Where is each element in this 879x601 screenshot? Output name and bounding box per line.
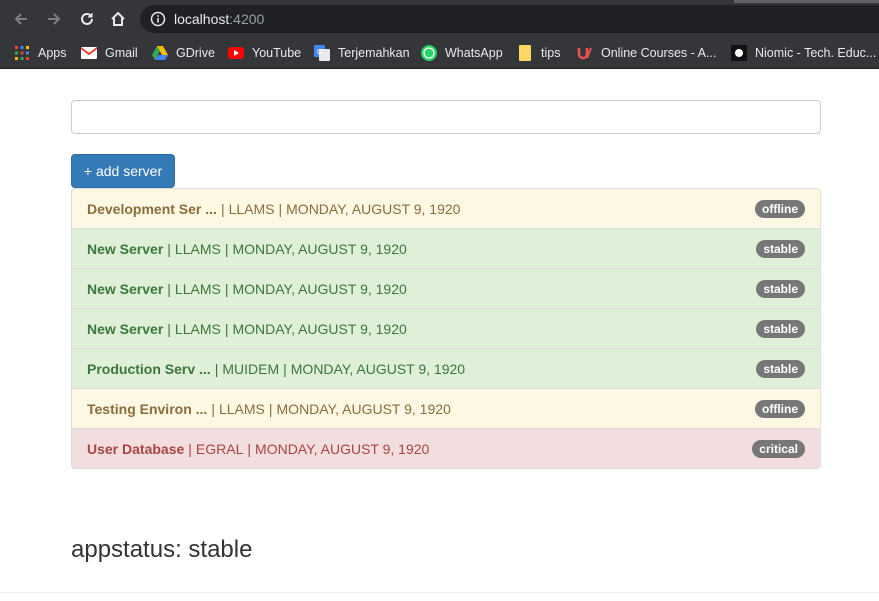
url-host: localhost xyxy=(174,11,230,27)
url-port: :4200 xyxy=(229,11,265,27)
bookmark-gmail[interactable]: Gmail xyxy=(81,43,138,63)
arrow-left-icon xyxy=(14,13,27,25)
server-list-item[interactable]: New Server | LLAMS | MONDAY, AUGUST 9, 1… xyxy=(71,268,821,309)
back-button[interactable] xyxy=(10,8,32,30)
apps-grid-icon xyxy=(14,45,30,61)
separator: | xyxy=(268,400,273,417)
separator: | xyxy=(188,440,192,457)
separator: | xyxy=(167,240,171,257)
browser-toolbar: localhost:4200 xyxy=(0,0,879,37)
server-date: MONDAY, AUGUST 9, 1920 xyxy=(255,440,430,457)
bookmark-label: Apps xyxy=(38,46,67,60)
reload-button[interactable] xyxy=(76,8,98,30)
status-badge: stable xyxy=(756,360,805,378)
separator: | xyxy=(214,360,219,377)
address-bar[interactable]: localhost:4200 xyxy=(140,5,879,33)
server-date: MONDAY, AUGUST 9, 1920 xyxy=(232,240,407,257)
url-text: localhost:4200 xyxy=(174,11,264,27)
bookmark-niomic[interactable]: Niomic - Tech. Educ... xyxy=(731,43,876,63)
svg-text:G: G xyxy=(317,49,322,56)
separator: | xyxy=(224,320,229,337)
bookmark-online-courses[interactable]: Online Courses - A... xyxy=(577,43,716,63)
separator: | xyxy=(247,440,252,457)
niomic-icon xyxy=(731,45,747,61)
bookmark-whatsapp[interactable]: WhatsApp xyxy=(421,43,503,63)
status-badge: stable xyxy=(756,240,805,258)
divider xyxy=(0,592,879,593)
info-icon[interactable] xyxy=(150,11,166,32)
server-filter-input[interactable] xyxy=(71,100,821,134)
home-icon xyxy=(111,11,125,26)
server-name: Testing Environ ... xyxy=(87,400,208,417)
server-instance: LLAMS xyxy=(174,240,221,257)
server-list-item[interactable]: User Database | EGRAL | MONDAY, AUGUST 9… xyxy=(71,428,821,469)
status-badge: offline xyxy=(755,400,805,418)
reload-icon xyxy=(81,12,93,25)
youtube-icon xyxy=(228,45,244,61)
server-date: MONDAY, AUGUST 9, 1920 xyxy=(276,400,451,417)
bookmark-label: Gmail xyxy=(105,46,138,60)
server-list-item[interactable]: New Server | LLAMS | MONDAY, AUGUST 9, 1… xyxy=(71,228,821,269)
udemy-icon xyxy=(577,45,593,61)
server-name: New Server xyxy=(87,320,164,337)
server-instance: LLAMS xyxy=(218,400,265,417)
status-badge: stable xyxy=(756,320,805,338)
server-name: Development Ser ... xyxy=(87,200,217,217)
server-list-item[interactable]: New Server | LLAMS | MONDAY, AUGUST 9, 1… xyxy=(71,308,821,349)
bookmark-label: Terjemahkan xyxy=(338,46,410,60)
bookmark-apps[interactable]: Apps xyxy=(14,43,67,63)
gmail-icon xyxy=(81,45,97,61)
server-list-item[interactable]: Testing Environ ... | LLAMS | MONDAY, AU… xyxy=(71,388,821,429)
server-instance: MUIDEM xyxy=(222,360,280,377)
bookmark-youtube[interactable]: YouTube xyxy=(228,43,301,63)
server-list-item[interactable]: Development Ser ... | LLAMS | MONDAY, AU… xyxy=(71,188,821,229)
server-instance: LLAMS xyxy=(228,200,275,217)
add-server-button[interactable]: + add server xyxy=(71,154,175,188)
server-date: MONDAY, AUGUST 9, 1920 xyxy=(232,280,407,297)
status-badge: critical xyxy=(752,440,805,458)
server-list: Development Ser ... | LLAMS | MONDAY, AU… xyxy=(71,188,821,469)
translate-icon: G xyxy=(314,45,330,61)
separator: | xyxy=(224,280,229,297)
server-instance: LLAMS xyxy=(174,280,221,297)
home-button[interactable] xyxy=(107,8,129,30)
bookmark-label: Online Courses - A... xyxy=(601,46,717,60)
separator: | xyxy=(167,320,171,337)
separator: | xyxy=(278,200,283,217)
separator: | xyxy=(211,400,215,417)
arrow-right-icon xyxy=(48,13,61,25)
server-list-item[interactable]: Production Serv ... | MUIDEM | MONDAY, A… xyxy=(71,348,821,389)
bookmark-label: YouTube xyxy=(252,46,302,60)
server-date: MONDAY, AUGUST 9, 1920 xyxy=(290,360,466,377)
separator: | xyxy=(224,240,229,257)
server-name: User Database xyxy=(87,440,185,457)
separator: | xyxy=(220,200,225,217)
server-name: New Server xyxy=(87,280,164,297)
folder-icon xyxy=(517,45,533,61)
server-name: New Server xyxy=(87,240,164,257)
separator: | xyxy=(167,280,171,297)
gdrive-icon xyxy=(152,45,168,61)
bookmark-label: tips xyxy=(541,46,561,60)
forward-button[interactable] xyxy=(43,8,65,30)
bookmarks-bar: Apps Gmail GDrive YouTube G Terjemahkan … xyxy=(0,37,879,69)
server-date: MONDAY, AUGUST 9, 1920 xyxy=(232,320,407,337)
server-date: MONDAY, AUGUST 9, 1920 xyxy=(286,200,461,217)
bookmark-tips[interactable]: tips xyxy=(517,43,560,63)
server-instance: EGRAL xyxy=(195,440,244,457)
bookmark-label: WhatsApp xyxy=(445,46,503,60)
tab-strip-edge xyxy=(734,0,879,3)
status-badge: stable xyxy=(756,280,805,298)
bookmark-label: GDrive xyxy=(176,46,215,60)
server-instance: LLAMS xyxy=(174,320,221,337)
bookmark-terjemahkan[interactable]: G Terjemahkan xyxy=(314,43,410,63)
server-name: Production Serv ... xyxy=(87,360,211,377)
app-status-heading: appstatus: stable xyxy=(71,536,253,563)
bookmark-gdrive[interactable]: GDrive xyxy=(152,43,215,63)
status-badge: offline xyxy=(755,200,805,218)
whatsapp-icon xyxy=(421,45,437,61)
separator: | xyxy=(283,360,287,377)
bookmark-label: Niomic - Tech. Educ... xyxy=(755,46,877,60)
